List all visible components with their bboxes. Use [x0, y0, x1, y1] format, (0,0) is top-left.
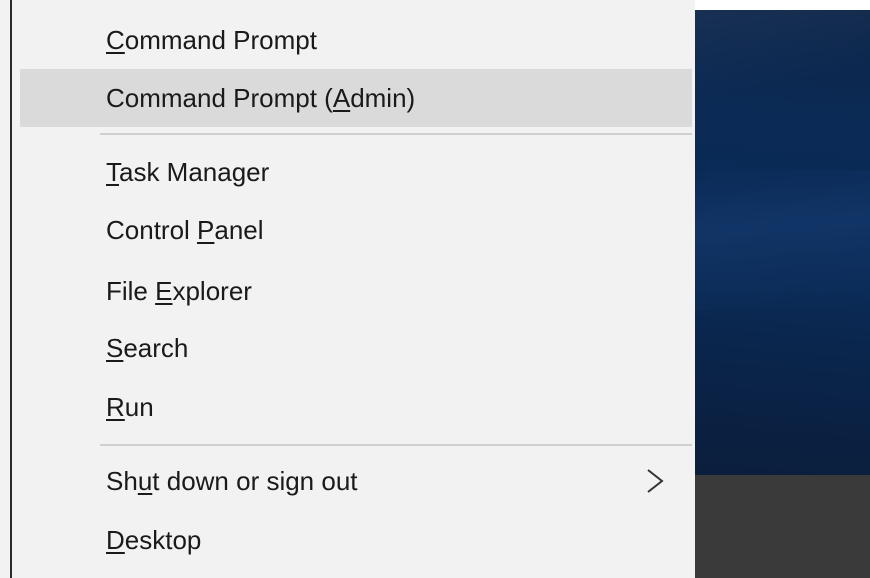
menu-item-label: Search — [106, 333, 189, 363]
menu-separator — [100, 444, 692, 446]
menu-item-label: Command Prompt — [106, 25, 317, 55]
power-user-menu: Command Prompt Command Prompt (Admin) Ta… — [10, 0, 695, 578]
desktop-background — [695, 0, 870, 578]
menu-item-label: Control Panel — [106, 215, 264, 245]
menu-item-control-panel[interactable]: Control Panel — [20, 201, 692, 259]
menu-item-task-manager[interactable]: Task Manager — [20, 143, 692, 201]
menu-item-label: Command Prompt (Admin) — [106, 83, 416, 113]
menu-item-search[interactable]: Search — [20, 319, 692, 377]
chevron-right-icon — [647, 469, 664, 493]
menu-item-label: Run — [106, 392, 154, 422]
taskbar-area — [695, 475, 870, 578]
menu-item-desktop[interactable]: Desktop — [20, 511, 692, 569]
menu-item-command-prompt-admin[interactable]: Command Prompt (Admin) — [20, 69, 692, 127]
menu-separator — [100, 133, 692, 135]
top-edge — [695, 0, 870, 10]
menu-item-shut-down-or-sign-out[interactable]: Shut down or sign out — [20, 452, 692, 510]
menu-item-label: File Explorer — [106, 276, 252, 306]
menu-item-label: Shut down or sign out — [106, 466, 358, 496]
menu-item-command-prompt[interactable]: Command Prompt — [20, 11, 692, 69]
menu-item-label: Task Manager — [106, 157, 270, 187]
menu-item-run[interactable]: Run — [20, 378, 692, 436]
menu-item-label: Desktop — [106, 525, 202, 555]
wallpaper-light-ray — [695, 170, 870, 310]
menu-item-file-explorer[interactable]: File Explorer — [20, 262, 692, 320]
